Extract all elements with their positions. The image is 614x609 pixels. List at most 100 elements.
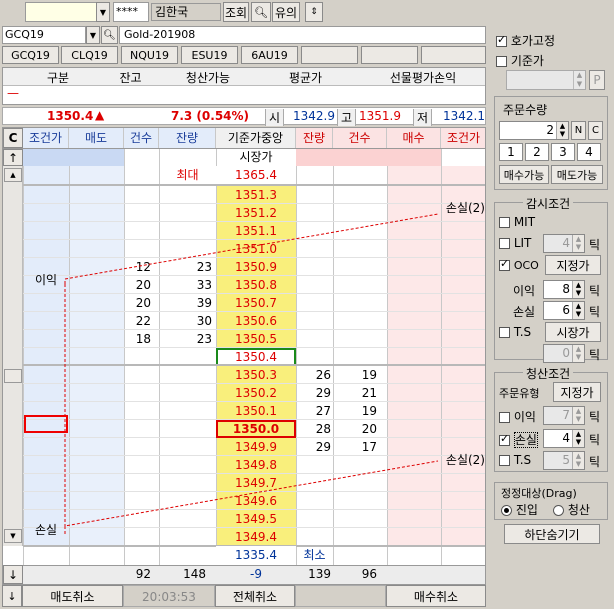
- p-button[interactable]: P: [589, 70, 605, 90]
- footer-down-button[interactable]: ↓: [2, 585, 22, 607]
- lit-checkbox[interactable]: [499, 238, 510, 249]
- current-price: 1350.4: [47, 109, 94, 123]
- oco-loss-label: 손실: [513, 305, 536, 319]
- liq-profit-ticks[interactable]: 7 ▲ ▼: [543, 406, 585, 425]
- search-icon[interactable]: 🔍︎: [251, 2, 271, 22]
- lit-option[interactable]: LIT: [499, 236, 531, 250]
- ts-ticks[interactable]: 0 ▲ ▼: [543, 344, 585, 363]
- fix-quote-checkbox[interactable]: [496, 33, 507, 47]
- tick-label: 틱: [589, 238, 601, 252]
- selected-condition-cell[interactable]: [24, 415, 68, 433]
- clock: 20:03:53: [123, 585, 215, 607]
- symbol-code-input[interactable]: GCQ19: [2, 26, 86, 44]
- lit-ticks[interactable]: 4 ▲ ▼: [543, 234, 585, 253]
- base-price-checkbox[interactable]: [496, 56, 507, 67]
- tab-symbol[interactable]: ESU19: [181, 46, 238, 64]
- drag-target-title: 정정대상(Drag): [501, 487, 577, 500]
- liq-ts-ticks[interactable]: 5 ▲ ▼: [543, 451, 585, 470]
- tick-label: 틱: [589, 410, 601, 424]
- ts-checkbox[interactable]: [499, 327, 510, 338]
- liquidation-title: 청산조건: [523, 365, 574, 382]
- updown-icon[interactable]: ⇕: [305, 2, 323, 22]
- tick-label: 틱: [589, 455, 601, 469]
- qty-1-button[interactable]: 1: [499, 143, 523, 161]
- symbol-dropdown[interactable]: ▼: [86, 26, 100, 44]
- qty-3-button[interactable]: 3: [551, 143, 575, 161]
- buy-avail-button[interactable]: 매수가능: [499, 165, 549, 184]
- mit-checkbox[interactable]: [499, 217, 510, 228]
- tab-symbol[interactable]: GCQ19: [2, 46, 59, 64]
- hide-bottom-button[interactable]: 하단숨기기: [504, 524, 600, 544]
- order-grid: C 조건가 매도 건수 잔량 기준가중앙 잔량 건수 매수 조건가 ↑ 시장가 …: [2, 127, 486, 585]
- oco-profit-ticks[interactable]: 8 ▲ ▼: [543, 280, 585, 299]
- entry-radio[interactable]: 진입: [501, 501, 538, 518]
- total-center: -9: [250, 567, 262, 581]
- sell-avail-button[interactable]: 매도가능: [551, 165, 603, 184]
- fix-quote-option[interactable]: 호가고정: [496, 32, 555, 49]
- high-label: 고: [337, 109, 357, 126]
- open-label: 시: [265, 109, 285, 126]
- ts-market-button[interactable]: 시장가: [545, 322, 601, 342]
- n-button[interactable]: N: [571, 121, 586, 140]
- all-cancel-button[interactable]: 전체취소: [215, 585, 295, 607]
- account-dropdown[interactable]: ▼: [96, 2, 110, 22]
- symbol-search-icon[interactable]: 🔍︎: [101, 26, 118, 44]
- qty-2-button[interactable]: 2: [525, 143, 549, 161]
- scroll-down-button[interactable]: ↓: [3, 565, 23, 584]
- position-table: 구분 잔고 청산가능 평균가 선물평가손익 —: [2, 67, 486, 105]
- liq-ts-option[interactable]: T.S: [499, 453, 531, 467]
- liq-profit-checkbox[interactable]: [499, 412, 510, 423]
- watch-title: 감시조건: [523, 195, 574, 212]
- oco-checkbox[interactable]: [499, 257, 510, 271]
- tick-label: 틱: [589, 348, 601, 362]
- tab-symbol[interactable]: NQU19: [121, 46, 178, 64]
- c-qty-button[interactable]: C: [588, 121, 603, 140]
- query-button[interactable]: 조회: [223, 2, 249, 22]
- help-button[interactable]: 유의: [272, 2, 300, 22]
- tick-label: 틱: [589, 305, 601, 319]
- tab-symbol[interactable]: 6AU19: [241, 46, 298, 64]
- oco-limit-button[interactable]: 지정가: [545, 255, 601, 275]
- order-qty-input[interactable]: 2 ▲ ▼: [499, 121, 569, 140]
- total-bid-count: 96: [361, 567, 377, 581]
- buy-cancel-button[interactable]: 매수취소: [386, 585, 486, 607]
- password-field[interactable]: ****: [113, 2, 149, 22]
- order-type-button[interactable]: 지정가: [553, 382, 601, 402]
- low-label: 저: [413, 109, 433, 126]
- liq-loss-option[interactable]: 손실: [499, 431, 538, 448]
- liquidation-group: 청산조건 주문유형 지정가 이익 7▲▼ 틱 손실 4▲▼ 틱 T.S 5▲▼ …: [494, 365, 608, 472]
- tab-empty[interactable]: [301, 46, 358, 64]
- liq-profit-option[interactable]: 이익: [499, 408, 536, 425]
- user-name: 김한국: [151, 3, 221, 21]
- col-pnl: 선물평가손익: [389, 71, 457, 85]
- liq-ts-checkbox[interactable]: [499, 455, 510, 466]
- lit-label: LIT: [513, 236, 532, 250]
- tab-empty[interactable]: [361, 46, 418, 64]
- row-marker: —: [7, 86, 19, 100]
- condition-lines: [64, 213, 439, 534]
- account-input[interactable]: [25, 2, 97, 22]
- sell-cancel-button[interactable]: 매도취소: [22, 585, 123, 607]
- qty-4-button[interactable]: 4: [577, 143, 601, 161]
- mit-label: MIT: [513, 215, 536, 229]
- col-balance: 잔고: [119, 71, 142, 85]
- liq-loss-checkbox[interactable]: [499, 432, 510, 446]
- base-price-option[interactable]: 기준가: [496, 52, 544, 69]
- oco-loss-ticks[interactable]: 6 ▲ ▼: [543, 301, 585, 320]
- up-arrow-icon: ▲: [95, 108, 105, 122]
- ts-option[interactable]: T.S: [499, 325, 531, 339]
- oco-option[interactable]: OCO: [499, 257, 539, 272]
- quote-strip: 1350.4 ▲ 7.3 (0.54%) 시 1342.9 고 1351.9 저…: [2, 107, 486, 126]
- total-bid-qty: 139: [308, 567, 331, 581]
- oco-label: OCO: [513, 259, 539, 272]
- liq-loss-ticks[interactable]: 4 ▲ ▼: [543, 429, 585, 448]
- low-price: 1342.1: [443, 109, 485, 123]
- mit-option[interactable]: MIT: [499, 215, 535, 229]
- exit-radio[interactable]: 청산: [553, 501, 590, 518]
- tab-symbol[interactable]: CLQ19: [61, 46, 118, 64]
- total-ask-qty: 148: [183, 567, 206, 581]
- base-price-input[interactable]: ▲ ▼: [506, 70, 586, 90]
- tab-empty[interactable]: [421, 46, 486, 64]
- liq-profit-label: 이익: [513, 410, 536, 424]
- symbol-tabs: GCQ19 CLQ19 NQU19 ESU19 6AU19: [2, 46, 486, 64]
